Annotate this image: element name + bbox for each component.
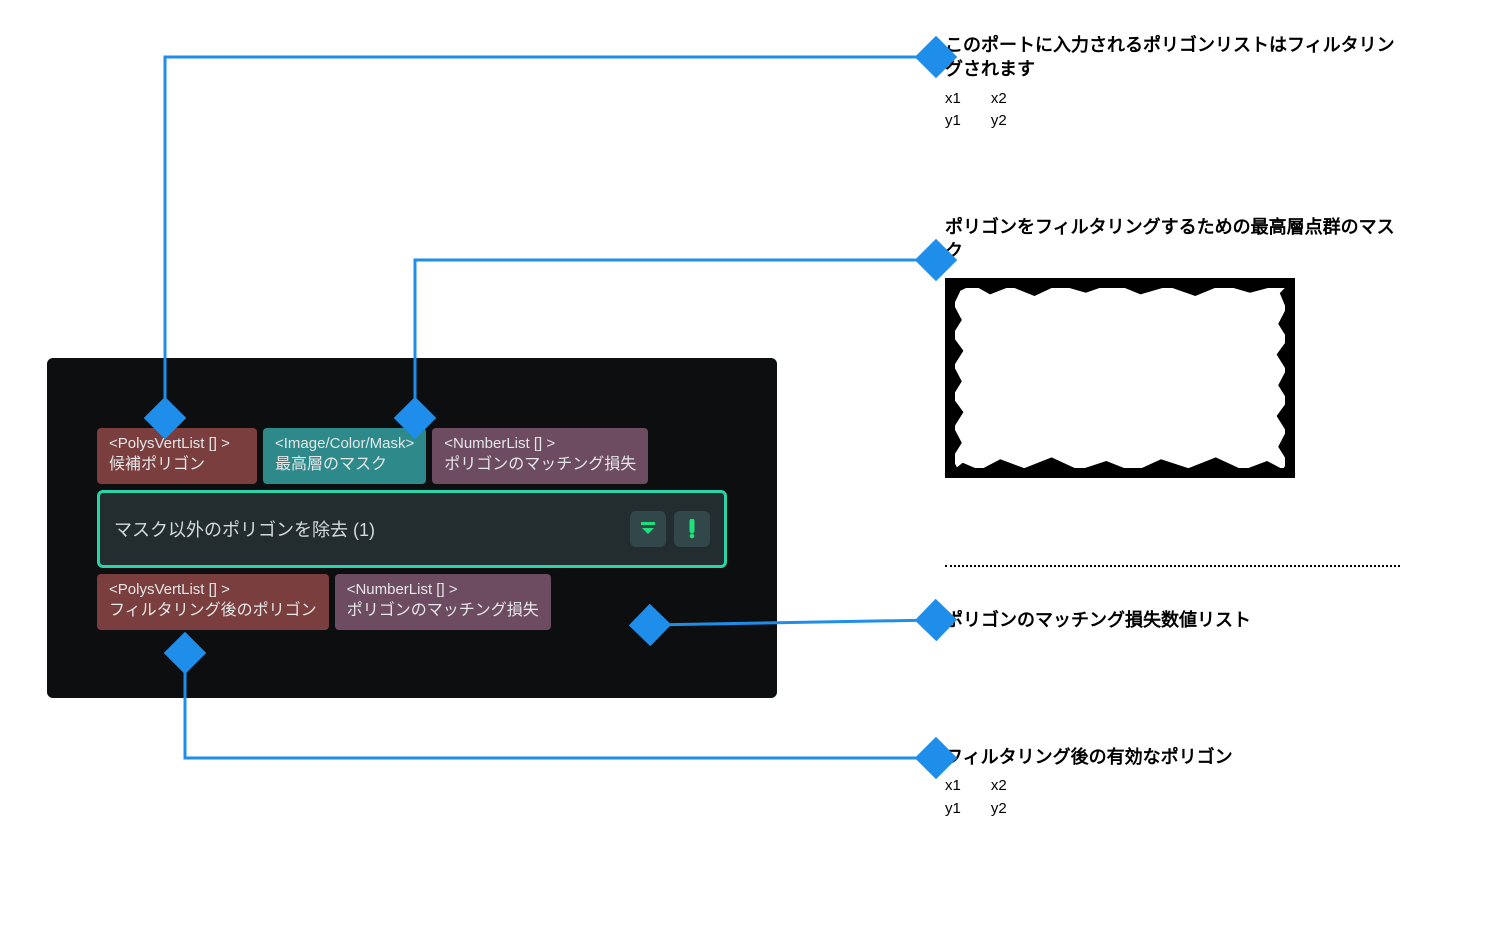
port-label: 最高層のマスク	[275, 454, 414, 476]
mask-thumbnail	[945, 278, 1295, 478]
port-label: フィルタリング後のポリゴン	[109, 600, 317, 622]
node-title-bar[interactable]: マスク以外のポリゴンを除去 (1)	[97, 490, 727, 568]
separator	[945, 565, 1400, 567]
input-port-top-layer-mask[interactable]: <Image/Color/Mask> 最高層のマスク	[263, 428, 426, 484]
annotation-title: ポリゴンをフィルタリングするための最高層点群のマスク	[945, 215, 1405, 264]
expand-down-icon[interactable]	[630, 511, 666, 547]
coord-x1: x1	[945, 775, 961, 798]
port-type: <PolysVertList [] >	[109, 580, 317, 600]
port-label: ポリゴンのマッチング損失	[347, 600, 539, 622]
port-type: <Image/Color/Mask>	[275, 434, 414, 454]
annotation-mask: ポリゴンをフィルタリングするための最高層点群のマスク	[945, 215, 1405, 478]
coord-y2: y2	[991, 110, 1007, 133]
node-title-icons	[630, 511, 710, 547]
input-port-matching-loss[interactable]: <NumberList [] > ポリゴンのマッチング損失	[432, 428, 648, 484]
node-panel: <PolysVertList [] > 候補ポリゴン <Image/Color/…	[47, 358, 777, 698]
output-port-matching-loss[interactable]: <NumberList [] > ポリゴンのマッチング損失	[335, 574, 551, 630]
input-port-candidate-polygons[interactable]: <PolysVertList [] > 候補ポリゴン	[97, 428, 257, 484]
annotation-title: ポリゴンのマッチング損失数値リスト	[945, 608, 1251, 632]
port-type: <PolysVertList [] >	[109, 434, 245, 454]
annotation-coords: x1 y1 x2 y2	[945, 88, 1405, 133]
port-type: <NumberList [] >	[347, 580, 539, 600]
annotation-out-loss: ポリゴンのマッチング損失数値リスト	[945, 608, 1251, 632]
coord-y1: y1	[945, 110, 961, 133]
coord-x1: x1	[945, 88, 961, 111]
port-type: <NumberList [] >	[444, 434, 636, 454]
annotation-title: フィルタリング後の有効なポリゴン	[945, 745, 1233, 769]
input-ports-row: <PolysVertList [] > 候補ポリゴン <Image/Color/…	[97, 428, 727, 484]
annotation-coords: x1 y1 x2 y2	[945, 775, 1233, 820]
coord-y1: y1	[945, 798, 961, 821]
coord-x2: x2	[991, 775, 1007, 798]
coord-y2: y2	[991, 798, 1007, 821]
annotation-input-polys: このポートに入力されるポリゴンリストはフィルタリングされます x1 y1 x2 …	[945, 33, 1405, 133]
port-label: ポリゴンのマッチング損失	[444, 454, 636, 476]
output-ports-row: <PolysVertList [] > フィルタリング後のポリゴン <Numbe…	[97, 574, 727, 630]
annotation-out-polys: フィルタリング後の有効なポリゴン x1 y1 x2 y2	[945, 745, 1233, 820]
port-label: 候補ポリゴン	[109, 454, 245, 476]
node-title: マスク以外のポリゴンを除去 (1)	[114, 516, 375, 542]
annotation-title: このポートに入力されるポリゴンリストはフィルタリングされます	[945, 33, 1405, 82]
output-port-filtered-polygons[interactable]: <PolysVertList [] > フィルタリング後のポリゴン	[97, 574, 329, 630]
coord-x2: x2	[991, 88, 1007, 111]
warning-icon[interactable]	[674, 511, 710, 547]
